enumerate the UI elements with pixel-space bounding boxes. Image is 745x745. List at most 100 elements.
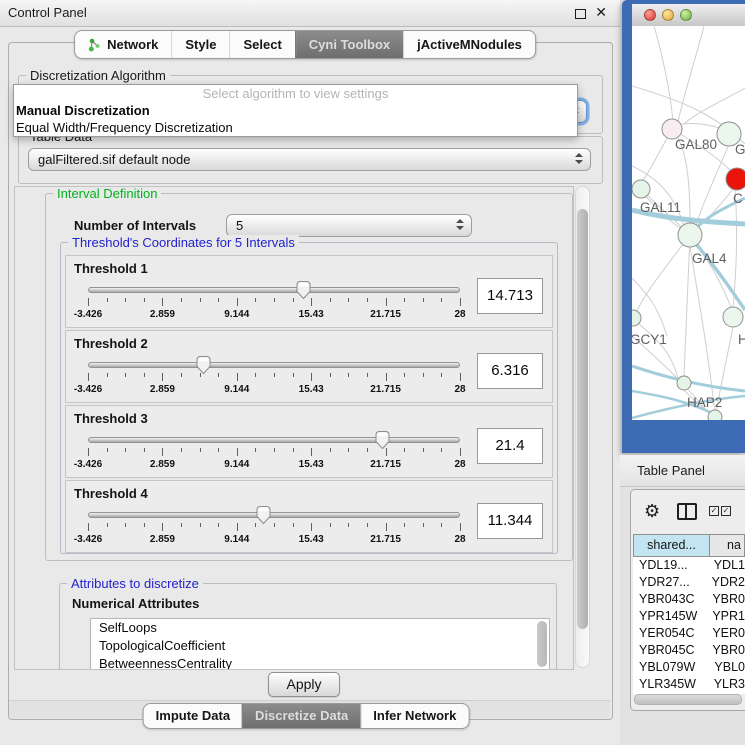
table-data-combobox[interactable]: galFiltered.sif default node [28,148,591,171]
table-row[interactable]: YLR345WYLR3 [633,676,745,693]
checkbox-icon[interactable]: ✓ [721,506,731,516]
tick-mark [125,298,126,302]
table-panel: ⚙ ✓ ✓ shared... na YDL19...YDL1YDR27...Y… [630,489,745,711]
column-header-name[interactable]: na [710,534,745,557]
threshold-slider[interactable]: -3.4262.8599.14415.4321.71528 [88,430,460,474]
slider-thumb[interactable] [255,505,272,525]
dropdown-option-equal-width-frequency[interactable]: Equal Width/Frequency Discretization [14,119,577,136]
threshold-slider[interactable]: -3.4262.8599.14415.4321.71528 [88,355,460,399]
node-label-gal80: GAL80 [675,137,717,152]
slider-track[interactable] [88,512,460,518]
number-of-intervals-combobox[interactable]: 5 [226,214,472,237]
table-row[interactable]: YPR145WYPR1 [633,608,745,625]
network-tab-icon [88,38,101,52]
split-view-icon[interactable] [677,503,697,520]
list-item-topologicalcoefficient[interactable]: TopologicalCoefficient [91,637,549,655]
threshold-slider[interactable]: -3.4262.8599.14415.4321.71528 [88,280,460,324]
network-node-h[interactable] [723,307,743,327]
slider-thumb[interactable] [195,355,212,375]
node-label-hap2: HAP2 [687,395,722,410]
tick-mark [330,523,331,527]
slider-ticks [88,373,460,382]
table-row[interactable]: YDR27...YDR2 [633,574,745,591]
settings-scrollbar[interactable] [575,186,590,668]
tab-infer-network[interactable]: Infer Network [360,704,468,728]
threshold-value-field[interactable]: 14.713 [477,278,543,314]
threshold-value-field[interactable]: 21.4 [477,428,543,464]
tick-mark [255,298,256,302]
slider-track[interactable] [88,437,460,443]
tick-mark [293,298,294,302]
list-scrollbar[interactable] [537,621,547,667]
table-panel-titlebar: Table Panel [620,455,745,487]
network-node-gal4[interactable] [678,223,702,247]
dropdown-option-manual-discretization[interactable]: Manual Discretization [14,102,577,119]
cell-shared-name: YDR27... [633,574,705,591]
threshold-value-field[interactable]: 6.316 [477,353,543,389]
threshold-value-field[interactable]: 11.344 [477,503,543,539]
tab-network[interactable]: Network [75,31,171,58]
tick-mark [162,373,163,381]
tick-mark [311,523,312,531]
apply-button[interactable]: Apply [268,672,340,697]
table-row[interactable]: YBR043CYBR0 [633,591,745,608]
tab-label: Infer Network [373,704,456,728]
tick-mark [107,523,108,527]
number-of-intervals-label: Number of Intervals [74,218,196,233]
network-canvas[interactable]: GAL80G.CGAL11GAL4GCY1HHAP2 [632,26,745,420]
tab-impute-data[interactable]: Impute Data [144,704,242,728]
network-node-hap2[interactable] [677,376,691,390]
network-node-c[interactable] [726,168,745,190]
table-horizontal-scrollbar[interactable] [634,694,742,705]
tab-discretize-data[interactable]: Discretize Data [242,704,360,728]
network-node[interactable] [708,410,722,420]
slider-track[interactable] [88,362,460,368]
zoom-traffic-light[interactable] [680,9,692,21]
slider-track[interactable] [88,287,460,293]
table-row[interactable]: YBR045CYBR0 [633,642,745,659]
tick-label: 2.859 [150,459,175,470]
gear-icon[interactable]: ⚙ [644,500,660,522]
tick-mark [441,373,442,377]
checkbox-icon[interactable]: ✓ [709,506,719,516]
dropdown-placeholder: Select algorithm to view settings [14,85,577,102]
cell-shared-name: YBL079W [633,659,707,676]
tick-label: -3.426 [74,459,102,470]
list-item-selfloops[interactable]: SelfLoops [91,619,549,637]
node-label-g-: G. [735,142,745,157]
slider-ticks [88,523,460,532]
cell-name: YBL0 [707,659,745,676]
network-node-gcy1[interactable] [632,310,641,326]
minimize-traffic-light[interactable] [662,9,674,21]
column-header-shared-name[interactable]: shared... [633,534,710,557]
float-icon[interactable] [575,9,586,19]
list-item-betweennesscentrality[interactable]: BetweennessCentrality [91,655,549,670]
tick-label: 21.715 [370,384,401,395]
table-row[interactable]: YDL19...YDL1 [633,557,745,574]
slider-tick-labels: -3.4262.8599.14415.4321.71528 [88,384,460,396]
slider-thumb[interactable] [374,430,391,450]
close-icon[interactable]: ✕ [595,4,607,21]
tick-mark [293,523,294,527]
tab-style[interactable]: Style [171,31,229,58]
tick-mark [107,373,108,377]
tick-mark [181,523,182,527]
tab-label: Style [185,31,216,58]
tab-cyni-toolbox[interactable]: Cyni Toolbox [295,31,403,58]
network-node-gal80[interactable] [662,119,682,139]
scrollbar-thumb[interactable] [577,209,588,629]
tab-label: jActiveMNodules [417,31,522,58]
table-row[interactable]: YER054CYER0 [633,625,745,642]
threshold-slider[interactable]: -3.4262.8599.14415.4321.71528 [88,505,460,549]
slider-thumb[interactable] [295,280,312,300]
table-row[interactable]: YBL079WYBL0 [633,659,745,676]
numerical-attributes-list[interactable]: SelfLoopsTopologicalCoefficientBetweenne… [90,618,550,670]
tab-select[interactable]: Select [229,31,294,58]
tick-mark [200,448,201,452]
tab-jactivemnodules[interactable]: jActiveMNodules [403,31,535,58]
network-node-gal11[interactable] [632,180,650,198]
tick-label: -3.426 [74,309,102,320]
table-panel-title: Table Panel [637,455,705,486]
close-traffic-light[interactable] [644,9,656,21]
cell-name: YDR2 [705,574,745,591]
